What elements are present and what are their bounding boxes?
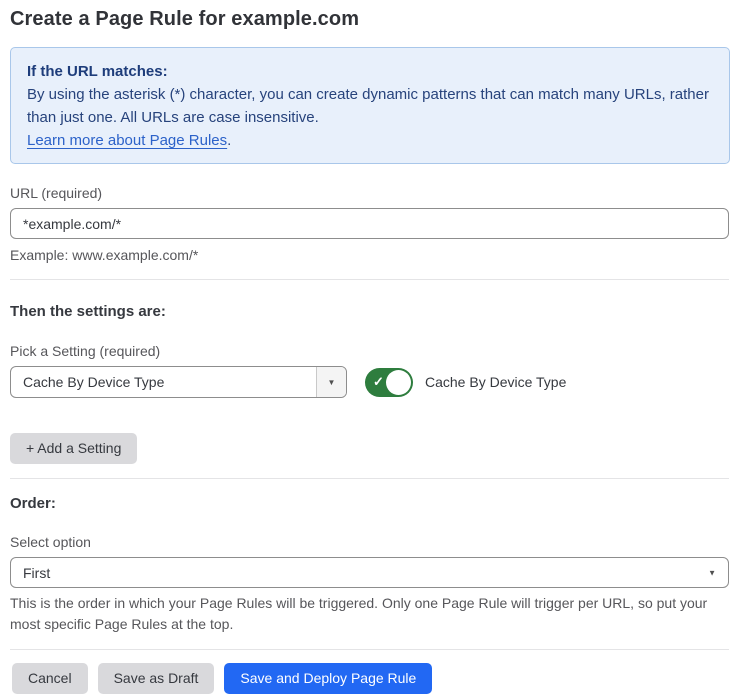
cancel-button[interactable]: Cancel (12, 663, 88, 694)
save-as-draft-button[interactable]: Save as Draft (98, 663, 215, 694)
action-button-row: Cancel Save as Draft Save and Deploy Pag… (10, 663, 730, 694)
info-box-heading: If the URL matches: (27, 60, 713, 83)
page-rule-form: Create a Page Rule for example.com If th… (0, 0, 750, 694)
toggle-label: Cache By Device Type (425, 374, 566, 390)
setting-select-value: Cache By Device Type (11, 367, 316, 397)
order-select-label: Select option (10, 534, 730, 550)
divider-after-settings (10, 478, 729, 479)
setting-select[interactable]: Cache By Device Type ▼ (10, 366, 347, 398)
chevron-down-icon: ▼ (708, 568, 716, 577)
chevron-down-icon: ▼ (328, 378, 336, 387)
cache-by-device-toggle[interactable]: ✓ (365, 368, 413, 397)
order-section-heading: Order: (10, 495, 730, 512)
pick-setting-label: Pick a Setting (required) (10, 343, 730, 359)
check-icon: ✓ (373, 375, 384, 388)
settings-section-heading: Then the settings are: (10, 303, 730, 320)
order-helper-text: This is the order in which your Page Rul… (10, 593, 716, 635)
divider-after-url (10, 279, 729, 280)
setting-row: Cache By Device Type ▼ ✓ Cache By Device… (10, 366, 730, 398)
learn-more-link[interactable]: Learn more about Page Rules (27, 132, 227, 149)
url-input[interactable] (10, 208, 729, 239)
url-example-helper: Example: www.example.com/* (10, 245, 730, 265)
info-box-body: By using the asterisk (*) character, you… (27, 83, 713, 129)
order-select-value: First (23, 565, 50, 581)
save-and-deploy-button[interactable]: Save and Deploy Page Rule (224, 663, 432, 694)
setting-select-arrow-button[interactable]: ▼ (316, 367, 346, 397)
add-setting-button[interactable]: + Add a Setting (10, 433, 137, 464)
page-title: Create a Page Rule for example.com (10, 8, 730, 31)
order-select[interactable]: First ▼ (10, 557, 729, 588)
url-field-label: URL (required) (10, 185, 730, 201)
info-box-link-line: Learn more about Page Rules. (27, 129, 713, 152)
url-match-info-box: If the URL matches: By using the asteris… (10, 47, 730, 164)
divider-before-actions (10, 649, 729, 650)
link-period: . (227, 132, 231, 149)
toggle-knob (386, 370, 411, 395)
